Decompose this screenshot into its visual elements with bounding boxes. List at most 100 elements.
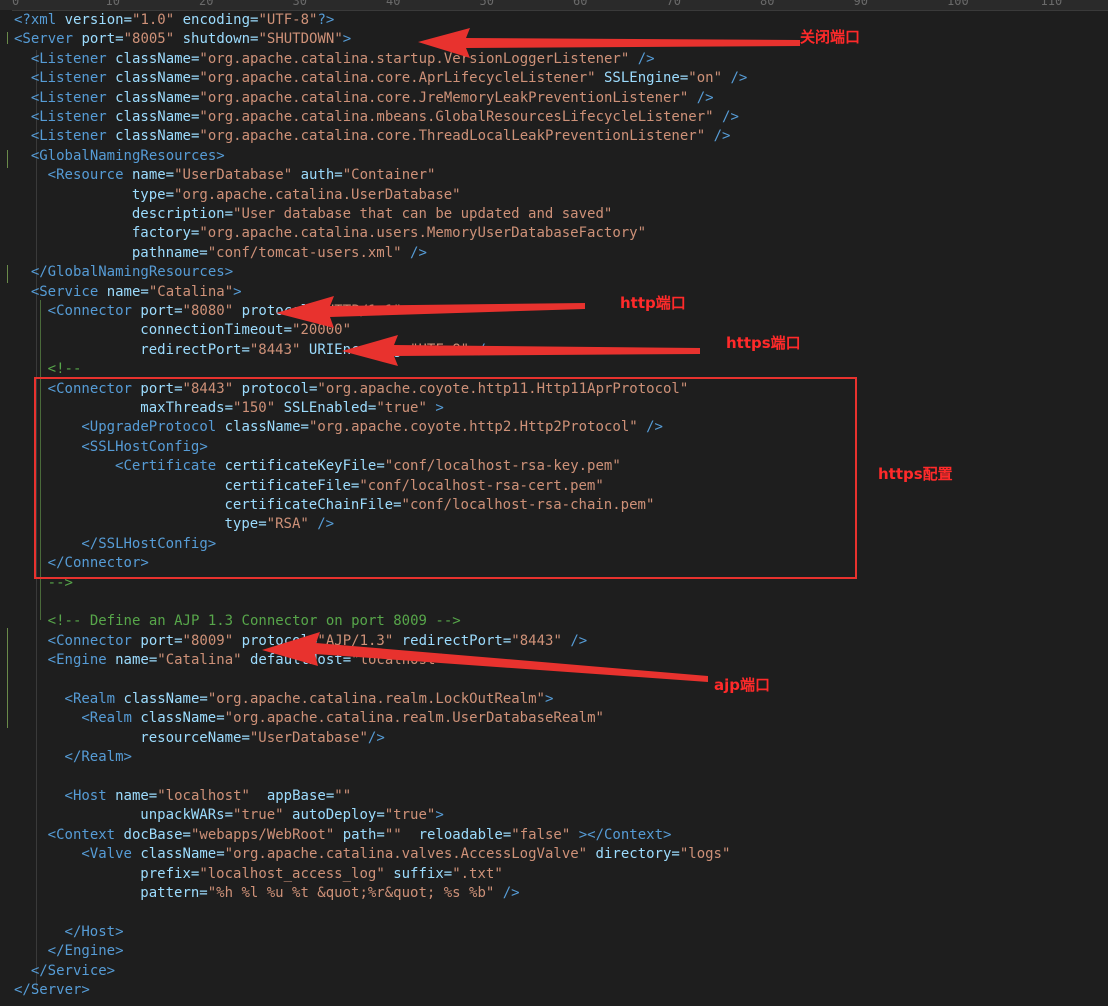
code-line[interactable]: <Listener className="org.apache.catalina… bbox=[31, 108, 739, 127]
code-token: /> bbox=[367, 729, 385, 746]
code-line[interactable]: </Engine> bbox=[48, 942, 124, 961]
code-token: /> bbox=[637, 50, 655, 67]
code-token: pathname= bbox=[131, 244, 208, 261]
code-line[interactable]: <Engine name="Catalina" defaultHost="loc… bbox=[48, 651, 453, 670]
code-token: > bbox=[443, 652, 453, 669]
code-token: appBase= bbox=[266, 788, 335, 804]
annotation-https-config: https配置 bbox=[878, 465, 953, 483]
code-token: "org.apache.catalina.core.JreMemoryLeakP… bbox=[199, 89, 697, 106]
code-token: "User database that can be updated and s… bbox=[233, 206, 613, 222]
code-token: shutdown= bbox=[182, 31, 259, 48]
code-editor[interactable]: 0 10 20 30 40 50 60 70 80 90 100 110 <?xml version=… bbox=[0, 0, 1108, 1006]
code-line[interactable]: factory="org.apache.catalina.users.Memor… bbox=[132, 224, 646, 243]
code-line[interactable]: unpackWARs="true" autoDeploy="true"> bbox=[140, 806, 443, 825]
code-token: "UserDatabase" bbox=[174, 167, 301, 184]
code-token: auth= bbox=[300, 167, 343, 184]
code-token: defaultHost= bbox=[249, 652, 352, 669]
code-line[interactable]: <Service name="Catalina"> bbox=[31, 283, 242, 302]
code-token: > bbox=[342, 31, 352, 48]
code-token: <Listener bbox=[30, 128, 116, 145]
code-line[interactable]: <Server port="8005" shutdown="SHUTDOWN"> bbox=[14, 30, 351, 49]
code-token: </Server> bbox=[14, 982, 90, 998]
code-token: "Container" bbox=[342, 167, 436, 184]
code-line[interactable]: connectionTimeout="20000" bbox=[140, 321, 351, 340]
ruler-tick: 60 bbox=[573, 0, 588, 8]
code-line[interactable]: <Connector port="8009" protocol="AJP/1.3… bbox=[48, 632, 588, 651]
code-line[interactable]: <Realm className="org.apache.catalina.re… bbox=[65, 690, 554, 709]
fold-marker[interactable] bbox=[7, 265, 8, 283]
code-line[interactable]: <Context docBase="webapps/WebRoot" path=… bbox=[48, 826, 672, 845]
code-line[interactable]: </Service> bbox=[31, 962, 115, 981]
ruler-tick: 70 bbox=[666, 0, 681, 8]
code-line[interactable]: <Listener className="org.apache.catalina… bbox=[31, 127, 731, 146]
code-line[interactable]: <Realm className="org.apache.catalina.re… bbox=[81, 709, 604, 728]
annotation-http-port: http端口 bbox=[620, 294, 686, 312]
code-token: > bbox=[544, 691, 554, 707]
code-line[interactable]: pathname="conf/tomcat-users.xml" /> bbox=[132, 244, 427, 263]
code-token: port= bbox=[140, 632, 183, 649]
fold-marker[interactable] bbox=[7, 32, 8, 44]
code-token: "on" bbox=[688, 70, 731, 87]
code-token: className= bbox=[115, 50, 200, 67]
code-token: redirectPort= bbox=[140, 341, 250, 358]
code-line[interactable]: </Host> bbox=[65, 923, 124, 942]
code-token: "false" bbox=[511, 826, 579, 843]
code-token: "org.apache.catalina.core.AprLifecycleLi… bbox=[199, 70, 604, 87]
code-line[interactable]: <Listener className="org.apache.catalina… bbox=[31, 89, 714, 108]
code-line[interactable]: <Resource name="UserDatabase" auth="Cont… bbox=[48, 166, 436, 185]
code-token: <Realm bbox=[64, 691, 124, 707]
code-token: "org.apache.catalina.UserDatabase" bbox=[174, 186, 461, 203]
code-token: <Listener bbox=[30, 50, 116, 67]
code-token: <Realm bbox=[81, 710, 141, 727]
code-line[interactable]: redirectPort="8443" URIEncoding="UTF-8" … bbox=[140, 341, 494, 360]
code-token: "Catalina" bbox=[157, 652, 250, 669]
code-line[interactable]: <Host name="localhost" appBase="" bbox=[65, 787, 352, 806]
ruler-tick: 80 bbox=[760, 0, 775, 8]
code-token: className= bbox=[140, 846, 225, 863]
code-token: port= bbox=[140, 303, 183, 319]
code-line[interactable]: <Listener className="org.apache.catalina… bbox=[31, 69, 747, 88]
code-line[interactable]: </Realm> bbox=[65, 748, 132, 767]
code-line[interactable]: <Connector port="8080" protocol="HTTP/1.… bbox=[48, 302, 402, 321]
code-line[interactable]: type="org.apache.catalina.UserDatabase" bbox=[132, 186, 461, 205]
code-token: <!-- Define an AJP 1.3 Connector on port… bbox=[47, 613, 461, 630]
fold-marker[interactable] bbox=[7, 150, 8, 168]
ruler-tick: 90 bbox=[853, 0, 868, 8]
ruler-tick: 0 bbox=[12, 0, 20, 8]
fold-marker[interactable] bbox=[7, 628, 8, 728]
code-token: /> bbox=[410, 244, 427, 261]
code-token: </Service> bbox=[30, 962, 116, 979]
code-token: name= bbox=[115, 788, 158, 804]
code-line[interactable]: pattern="%h %l %u %t &quot;%r&quot; %s %… bbox=[140, 884, 519, 903]
ruler-tick: 50 bbox=[479, 0, 494, 8]
code-line[interactable]: <?xml version="1.0" encoding="UTF-8"?> bbox=[14, 11, 334, 30]
code-token: "localhost" bbox=[351, 652, 444, 669]
code-token: className= bbox=[115, 70, 200, 87]
code-line[interactable]: </GlobalNamingResources> bbox=[31, 263, 233, 282]
code-token: </Host> bbox=[64, 923, 124, 940]
code-line[interactable]: </Server> bbox=[14, 981, 90, 1000]
code-token: protocol= bbox=[241, 632, 318, 649]
code-line[interactable]: <Listener className="org.apache.catalina… bbox=[31, 50, 655, 69]
code-token: unpackWARs= bbox=[140, 807, 234, 824]
code-token: /> bbox=[477, 341, 495, 358]
code-token: URIEncoding= bbox=[308, 341, 411, 358]
code-line[interactable]: description="User database that can be u… bbox=[132, 205, 612, 224]
code-token: <Service bbox=[30, 283, 107, 300]
code-token: className= bbox=[140, 710, 225, 727]
code-line[interactable]: resourceName="UserDatabase"/> bbox=[140, 729, 384, 748]
code-token: <Connector bbox=[47, 632, 141, 649]
code-token: <Server bbox=[14, 31, 82, 48]
code-token: directory= bbox=[595, 846, 680, 863]
https-config-highlight-box bbox=[34, 377, 857, 579]
code-line[interactable]: <!-- Define an AJP 1.3 Connector on port… bbox=[48, 612, 461, 631]
code-line[interactable]: <GlobalNamingResources> bbox=[31, 147, 225, 166]
code-line[interactable]: prefix="localhost_access_log" suffix=".t… bbox=[140, 865, 502, 884]
code-token: > bbox=[233, 283, 242, 300]
ruler-tick: 110 bbox=[1040, 0, 1063, 8]
code-line[interactable]: <Valve className="org.apache.catalina.va… bbox=[81, 845, 730, 864]
code-token: <GlobalNamingResources> bbox=[30, 147, 225, 164]
code-token: className= bbox=[115, 128, 200, 145]
code-token: className= bbox=[123, 691, 208, 707]
code-token: /> bbox=[730, 70, 748, 87]
